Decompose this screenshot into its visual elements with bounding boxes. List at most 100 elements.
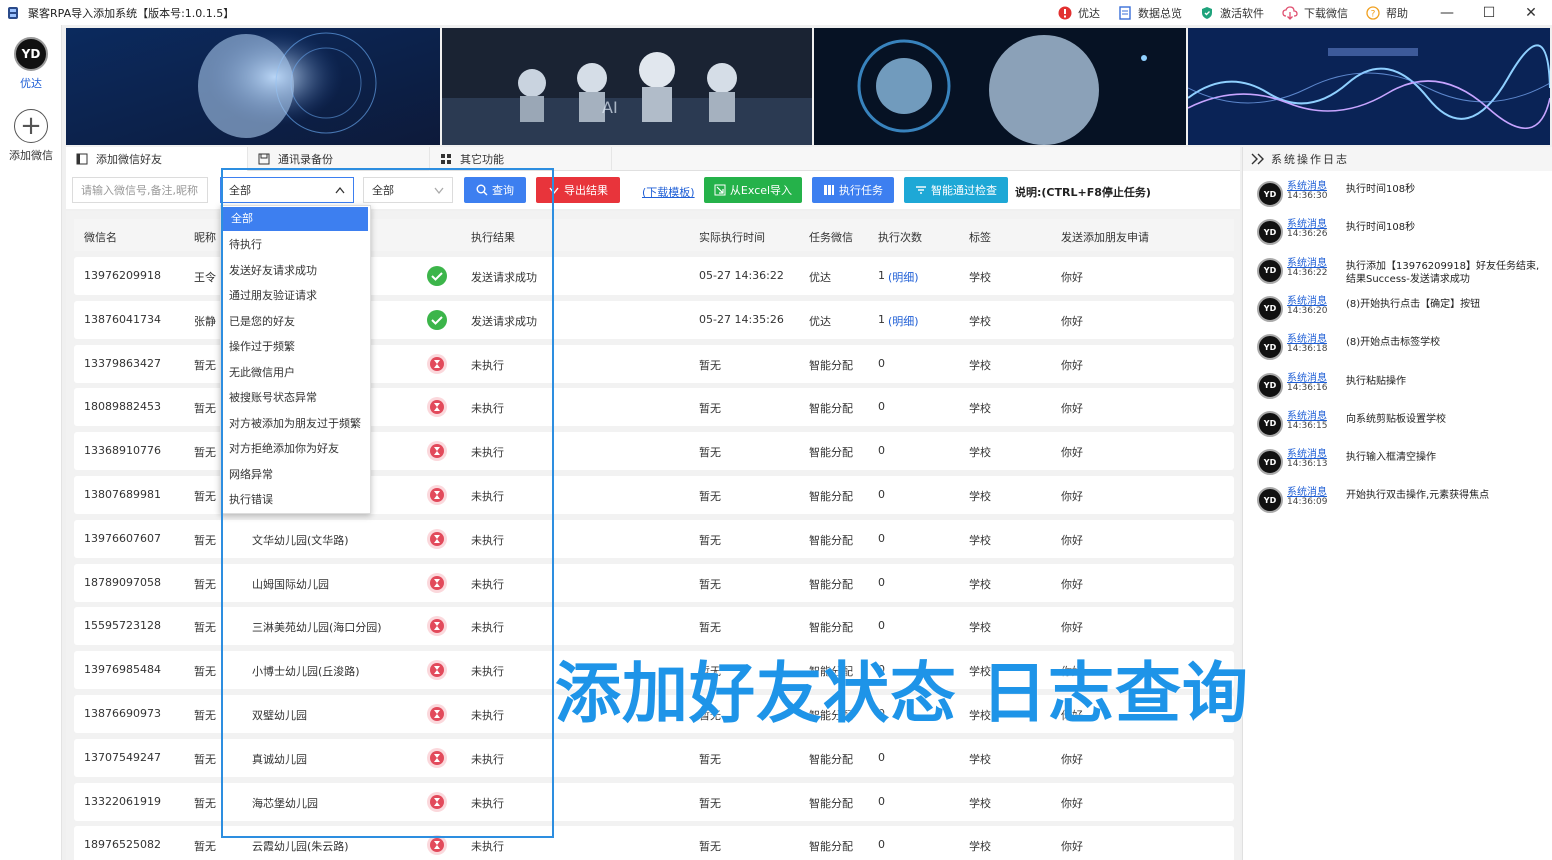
cell-remark: 三淋美苑幼儿园(海口分园) [252,621,382,635]
pending-hourglass-icon [427,528,447,549]
account-button[interactable]: 优达 [1058,5,1100,21]
activate-button[interactable]: 激活软件 [1200,5,1264,21]
cell-nickname: 暂无 [194,752,216,766]
table-row[interactable]: 18976525082 暂无 云霞幼儿园(朱云路) 未执行 暂无 智能分配 0 学校 你好 [74,826,1234,860]
dropdown-option[interactable]: 发送好友请求成功 [221,258,370,284]
log-entry: YD 系统消息 14:36:16 执行粘贴操作 [1257,369,1547,405]
log-message: (8)开始执行点击【确定】按钮 [1346,298,1481,310]
smart-check-button[interactable]: 智能通过检查 [904,177,1008,203]
dropdown-option[interactable]: 待执行 [221,232,370,258]
dropdown-option[interactable]: 已是您的好友 [221,309,370,335]
download-wechat-button[interactable]: 下载微信 [1282,5,1348,21]
cell-exec-count: 0 [878,488,885,501]
minimize-button[interactable]: — [1426,0,1468,25]
cell-exec-time: 暂无 [699,490,721,503]
log-source-link[interactable]: 系统消息 [1287,369,1327,384]
user-alert-icon [1058,6,1072,19]
cell-nickname: 暂无 [194,490,216,503]
pending-hourglass-icon [427,791,447,812]
log-avatar: YD [1257,334,1283,361]
search-input[interactable]: 请输入微信号,备注,昵称 [72,177,208,203]
close-button[interactable]: ✕ [1510,0,1552,25]
cell-wechat: 13379863427 [84,356,161,370]
status-filter-select[interactable]: 全部 [220,177,354,203]
cell-exec-time: 暂无 [699,796,721,810]
cell-apply-message: 你好 [1061,314,1083,328]
log-source-link[interactable]: 系统消息 [1287,254,1327,269]
log-source-link[interactable]: 系统消息 [1287,215,1327,230]
help-button[interactable]: ? 帮助 [1366,5,1408,21]
document-icon [1119,5,1131,20]
log-source-link[interactable]: 系统消息 [1287,445,1327,460]
table-row[interactable]: 13976607607 暂无 文华幼儿园(文华路) 未执行 暂无 智能分配 0 学校 你好 [74,519,1234,558]
export-icon [549,187,559,195]
second-filter-select[interactable]: 全部 [363,177,453,203]
query-label: 查询 [492,184,514,197]
cell-result: 未执行 [471,577,504,591]
log-message: (8)开始点击标签学校 [1346,337,1441,349]
pending-hourglass-icon [427,485,447,505]
run-task-button[interactable]: 执行任务 [812,177,894,203]
data-overview-button[interactable]: 数据总览 [1118,5,1182,21]
dropdown-option[interactable]: 全部 [223,207,368,231]
download-template-link[interactable]: (下载模板) [642,184,695,200]
cell-apply-message: 你好 [1061,446,1083,460]
cell-tag: 学校 [969,446,991,460]
log-avatar: YD [1257,295,1283,322]
log-source-link[interactable]: 系统消息 [1287,330,1327,345]
dropdown-option[interactable]: 通过朋友验证请求 [221,283,370,309]
log-source-link[interactable]: 系统消息 [1287,407,1327,422]
excel-import-button[interactable]: 从Excel导入 [704,177,802,203]
toolbar: 请输入微信号,备注,昵称 全部 全部 查询 导出结果 (下载模板) 从Excel… [66,171,1240,209]
table-row[interactable]: 18789097058 暂无 山姆国际幼儿园 未执行 暂无 智能分配 0 学校 你好 [74,563,1234,602]
add-wechat-button[interactable]: + 添加微信 [0,109,62,163]
collapse-icon[interactable] [1251,153,1265,165]
filter-icon [916,186,926,194]
dropdown-option[interactable]: 无此微信用户 [221,360,370,386]
tab-other-functions[interactable]: 其它功能 [430,147,612,171]
help-icon: ? [1366,5,1380,20]
detail-link[interactable]: (明细) [888,269,919,285]
dropdown-option[interactable]: 网络异常 [221,462,370,488]
query-button[interactable]: 查询 [464,177,526,203]
cell-result: 未执行 [471,402,504,416]
log-message: 执行添加【13976209918】好友任务结束,结果Success-发送请求成功 [1346,260,1540,285]
dropdown-option[interactable]: 执行错误 [221,487,370,513]
cell-apply-message: 你好 [1061,271,1083,284]
tab-contacts-backup-label: 通讯录备份 [278,153,333,166]
cell-exec-time: 暂无 [699,533,721,547]
export-button[interactable]: 导出结果 [536,177,620,203]
cell-tag: 学校 [969,796,991,810]
table-row[interactable]: 13322061919 暂无 海芯堡幼儿园 未执行 暂无 智能分配 0 学校 你好 [74,782,1234,821]
cell-result: 未执行 [471,796,504,810]
cell-task-wechat: 智能分配 [809,621,853,635]
log-source-link[interactable]: 系统消息 [1287,292,1327,307]
dropdown-option[interactable]: 对方被添加为朋友过于频繁 [221,411,370,437]
pending-hourglass-icon [427,660,447,681]
log-panel: 系统操作日志 YD 系统消息 14:36:30 执行时间108秒 YD 系统消息 14:36… [1242,147,1552,860]
banner-image-robots: AI [442,28,812,145]
pending-hourglass-icon [427,747,447,768]
cell-apply-message: 你好 [1061,577,1083,591]
maximize-button[interactable]: ☐ [1468,0,1510,25]
account-switch[interactable]: YD 优达 [0,37,62,91]
cell-wechat: 18089882453 [84,400,161,414]
dropdown-option[interactable]: 操作过于频繁 [221,334,370,360]
log-source-link[interactable]: 系统消息 [1287,483,1327,498]
tab-contacts-backup[interactable]: 通讯录备份 [248,147,430,171]
cell-apply-message: 你好 [1061,621,1083,635]
close-icon: ✕ [1525,4,1537,21]
columns-icon [824,185,834,195]
dropdown-option[interactable]: 被搜账号状态异常 [221,385,370,411]
tab-add-friends[interactable]: 添加微信好友 [66,147,248,171]
dropdown-option[interactable]: 对方拒绝添加你为好友 [221,436,370,462]
cell-exec-count: 0 [878,400,885,414]
contacts-icon [76,153,88,165]
table-row[interactable]: 13707549247 暂无 真诚幼儿园 未执行 暂无 智能分配 0 学校 你好 [74,738,1234,777]
log-entry: YD 系统消息 14:36:20 (8)开始执行点击【确定】按钮 [1257,292,1547,328]
log-source-link[interactable]: 系统消息 [1287,177,1327,192]
detail-link[interactable]: (明细) [888,313,919,329]
cell-result: 未执行 [471,621,504,635]
cell-nickname: 暂无 [194,796,216,810]
cell-result: 发送请求成功 [471,314,537,328]
